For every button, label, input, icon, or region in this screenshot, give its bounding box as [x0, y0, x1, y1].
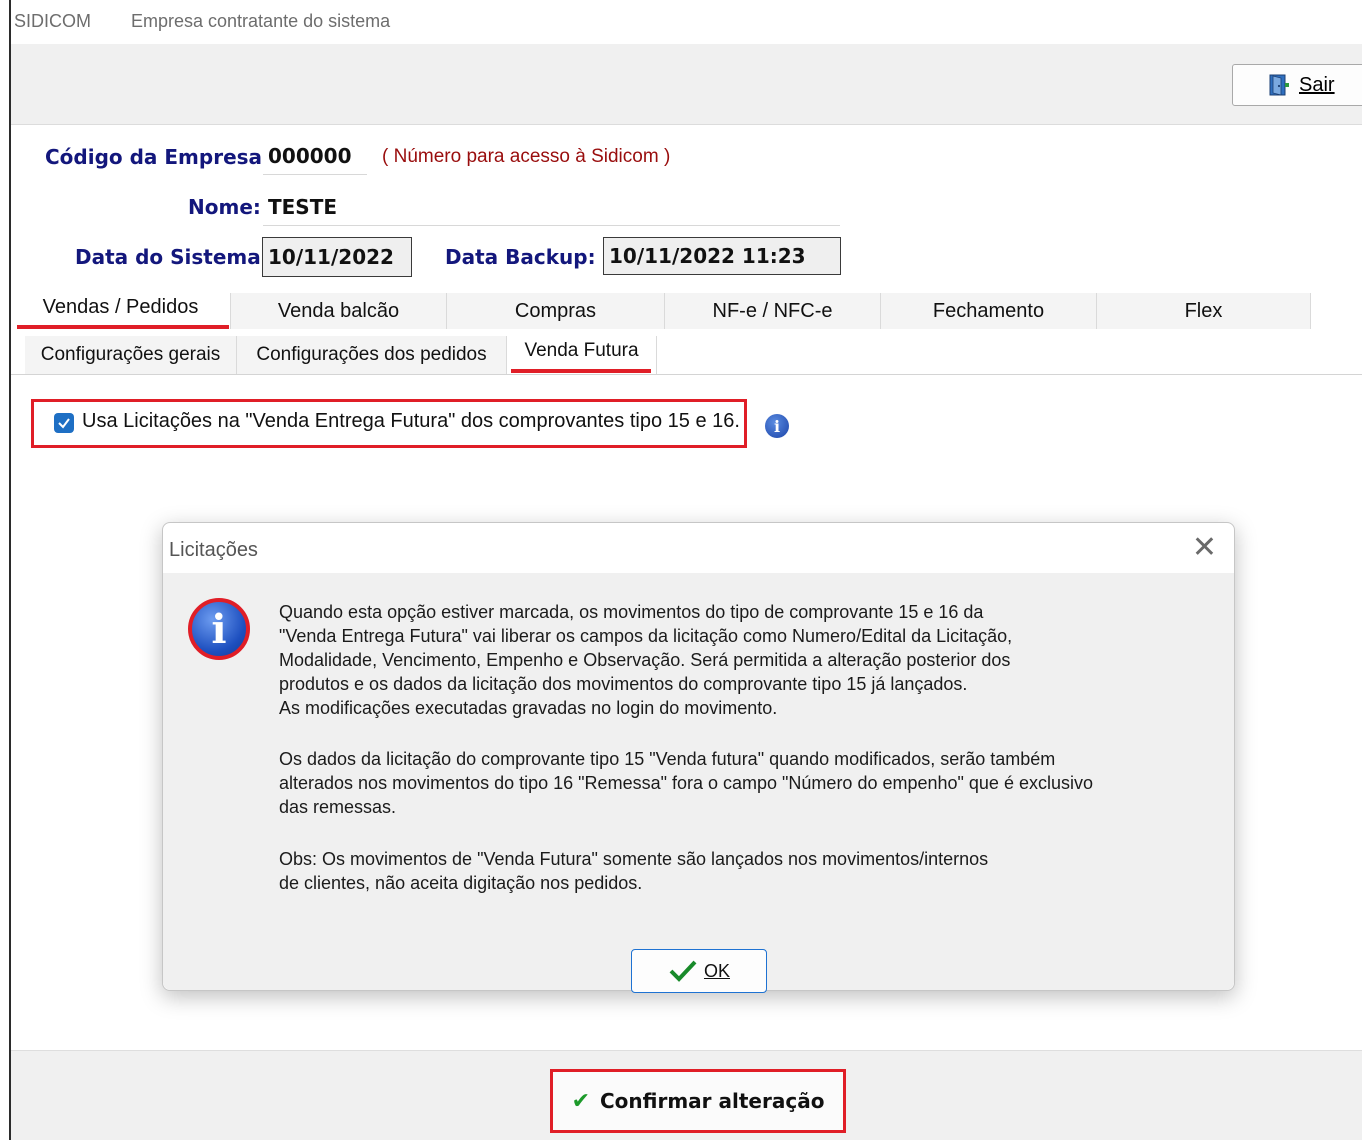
ok-button-label: OK: [703, 960, 730, 981]
tab-flex[interactable]: Flex: [1097, 293, 1311, 329]
data-sistema-field: 10/11/2022: [262, 237, 412, 277]
codigo-label: Código da Empresa:: [45, 145, 271, 169]
content-area: Código da Empresa: 000000 ( Número para …: [11, 125, 1362, 1050]
codigo-field[interactable]: 000000: [263, 137, 367, 175]
tab-configuracoes-gerais[interactable]: Configurações gerais: [25, 336, 237, 374]
licitacoes-checkbox[interactable]: [54, 413, 74, 433]
codigo-note: ( Número para acesso à Sidicom ): [382, 146, 671, 167]
footer-bar: ✔ Confirmar alteração: [11, 1050, 1362, 1140]
dialog-text-line: Modalidade, Vencimento, Empenho e Observ…: [279, 650, 1011, 670]
dialog-text-line: As modificações executadas gravadas no l…: [279, 698, 778, 718]
close-icon[interactable]: ✕: [1192, 533, 1217, 563]
dialog-text-line: de clientes, não aceita digitação nos pe…: [279, 873, 643, 893]
tab-compras[interactable]: Compras: [447, 293, 665, 329]
dialog-paragraph-2: Os dados da licitação do comprovante tip…: [279, 747, 1093, 819]
data-backup-label: Data Backup:: [445, 245, 596, 269]
tab-body-divider: [11, 374, 1362, 375]
dialog-paragraph-3: Obs: Os movimentos de "Venda Futura" som…: [279, 847, 988, 895]
door-exit-icon: [1267, 73, 1291, 97]
tab-vendas-pedidos[interactable]: Vendas / Pedidos: [11, 293, 231, 329]
window-subtitle: Empresa contratante do sistema: [131, 11, 391, 31]
data-backup-field: 10/11/2022 11:23: [603, 237, 841, 275]
toolbar: Sair: [11, 44, 1362, 125]
licitacoes-dialog: Licitações ✕ i Quando esta opção estiver…: [162, 522, 1235, 993]
licitacoes-checkbox-label[interactable]: Usa Licitações na "Venda Entrega Futura"…: [82, 410, 740, 433]
dialog-body: i Quando esta opção estiver marcada, os …: [163, 573, 1234, 993]
info-icon[interactable]: i: [765, 414, 789, 438]
dialog-paragraph-1: Quando esta opção estiver marcada, os mo…: [279, 600, 1012, 720]
dialog-title: Licitações: [169, 539, 258, 561]
tab-nfe-nfce[interactable]: NF-e / NFC-e: [665, 293, 881, 329]
ok-button[interactable]: OK: [631, 949, 767, 993]
nome-label: Nome:: [188, 195, 261, 219]
checkmark-icon: ✔: [571, 1088, 590, 1114]
info-icon: i: [188, 598, 250, 660]
tab-venda-balcao[interactable]: Venda balcão: [231, 293, 447, 329]
app-name: SIDICOM: [14, 11, 92, 31]
main-tab-bar: Vendas / Pedidos Venda balcão Compras NF…: [11, 293, 1311, 329]
tab-fechamento[interactable]: Fechamento: [881, 293, 1097, 329]
dialog-text-line: "Venda Entrega Futura" vai liberar os ca…: [279, 626, 1013, 646]
dialog-text-line: Quando esta opção estiver marcada, os mo…: [279, 602, 984, 622]
confirm-button[interactable]: ✔ Confirmar alteração: [558, 1078, 838, 1124]
exit-button[interactable]: Sair: [1232, 64, 1362, 106]
nome-field[interactable]: TESTE: [263, 188, 840, 226]
dialog-text-line: Os dados da licitação do comprovante tip…: [279, 749, 1056, 769]
active-subtab-highlight: [511, 369, 651, 373]
title-bar: SIDICOM Empresa contratante do sistema: [11, 0, 1362, 44]
active-tab-highlight: [17, 325, 229, 329]
dialog-text-line: alterados nos movimentos do tipo 16 "Rem…: [279, 773, 1093, 793]
confirm-button-label: Confirmar alteração: [600, 1089, 825, 1113]
data-sistema-label: Data do Sistema:: [75, 245, 269, 269]
checkmark-icon: [669, 960, 697, 982]
tab-configuracoes-pedidos[interactable]: Configurações dos pedidos: [237, 336, 507, 374]
exit-button-label: Sair: [1299, 73, 1335, 96]
dialog-text-line: produtos e os dados da licitação dos mov…: [279, 674, 968, 694]
dialog-text-line: das remessas.: [279, 797, 397, 817]
checkmark-icon: [58, 418, 70, 429]
dialog-text-line: Obs: Os movimentos de "Venda Futura" som…: [279, 849, 989, 869]
main-window: SIDICOM Empresa contratante do sistema S…: [9, 0, 1362, 1140]
